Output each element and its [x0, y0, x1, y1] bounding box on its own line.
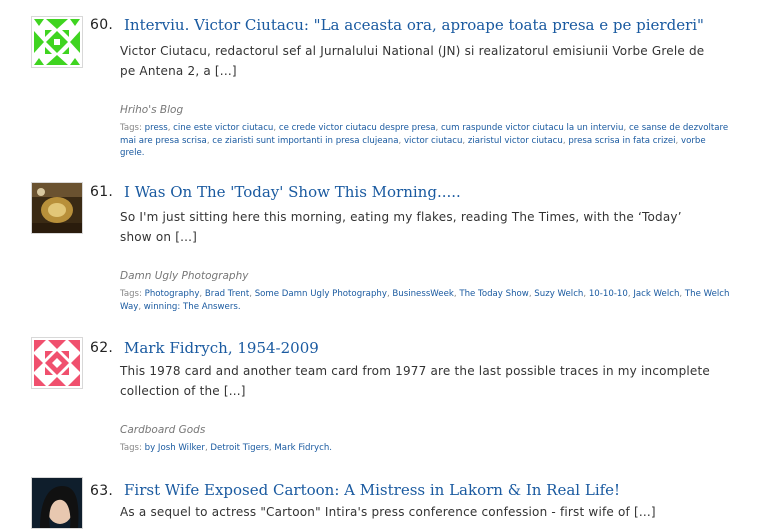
entry-title-link[interactable]: I Was On The 'Today' Show This Morning..… — [124, 183, 461, 201]
tag-link[interactable]: The Today Show — [459, 289, 529, 299]
tag-link[interactable]: Mark Fidrych. — [274, 443, 332, 453]
tag-link[interactable]: Some Damn Ugly Photography — [255, 289, 387, 299]
photo-thumbnail-icon[interactable] — [31, 182, 83, 234]
tag-link[interactable]: ziaristul victor ciutacu — [468, 136, 563, 146]
entry-source[interactable]: Damn Ugly Photography — [120, 270, 248, 282]
entry-excerpt: Victor Ciutacu, redactorul sef al Jurnal… — [120, 44, 705, 78]
tags-label: Tags: — [120, 123, 142, 133]
entry-tags: Tags: by Josh Wilker, Detroit Tigers, Ma… — [120, 442, 730, 455]
portrait-thumbnail-icon[interactable] — [31, 477, 83, 529]
entry-tags: Tags: press, cine este victor ciutacu, c… — [120, 122, 730, 160]
entry-tags: Tags: Photography, Brad Trent, Some Damn… — [120, 288, 730, 313]
tag-link[interactable]: Jack Welch — [633, 289, 679, 299]
tag-list: by Josh Wilker, Detroit Tigers, Mark Fid… — [144, 443, 332, 453]
entry-title-link[interactable]: Mark Fidrych, 1954-2009 — [124, 339, 319, 357]
identicon-green-icon[interactable] — [31, 16, 83, 68]
entry-number: 61. — [90, 184, 114, 200]
tag-link[interactable]: press — [145, 123, 168, 133]
entry-title-link[interactable]: First Wife Exposed Cartoon: A Mistress i… — [124, 481, 620, 499]
tag-link[interactable]: cine este victor ciutacu — [173, 123, 273, 133]
tag-link[interactable]: 10-10-10 — [589, 289, 628, 299]
entry-excerpt: This 1978 card and another team card fro… — [120, 364, 710, 398]
tag-list: press, cine este victor ciutacu, ce cred… — [120, 123, 729, 158]
entry-source[interactable]: Cardboard Gods — [120, 424, 205, 436]
tag-link[interactable]: Suzy Welch — [534, 289, 583, 299]
tag-link[interactable]: Photography — [145, 289, 200, 299]
tag-link[interactable]: cum raspunde victor ciutacu la un interv… — [441, 123, 624, 133]
tag-link[interactable]: presa scrisa in fata crizei — [568, 136, 675, 146]
tag-link[interactable]: by Josh Wilker — [145, 443, 205, 453]
tag-link[interactable]: Detroit Tigers — [210, 443, 269, 453]
entry-number: 60. — [90, 17, 114, 33]
tag-link[interactable]: BusinessWeek — [392, 289, 453, 299]
entry-title-link[interactable]: Interviu. Victor Ciutacu: "La aceasta or… — [124, 16, 704, 34]
entry-number: 63. — [90, 483, 114, 499]
tag-link[interactable]: victor ciutacu — [404, 136, 462, 146]
tag-link[interactable]: winning: The Answers. — [144, 302, 241, 312]
entry-number: 62. — [90, 340, 114, 356]
tags-label: Tags: — [120, 289, 142, 299]
identicon-pink-icon[interactable] — [31, 337, 83, 389]
tags-label: Tags: — [120, 443, 142, 453]
entry-excerpt: As a sequel to actress "Cartoon" Intira'… — [120, 505, 656, 519]
entry-source[interactable]: Hriho's Blog — [120, 104, 183, 116]
tag-link[interactable]: Brad Trent — [205, 289, 249, 299]
entry-excerpt: So I'm just sitting here this morning, e… — [120, 210, 682, 244]
tag-link[interactable]: ce crede victor ciutacu despre presa — [279, 123, 436, 133]
tag-list: Photography, Brad Trent, Some Damn Ugly … — [120, 289, 730, 312]
tag-link[interactable]: ce ziaristi sunt importanti in presa clu… — [212, 136, 398, 146]
